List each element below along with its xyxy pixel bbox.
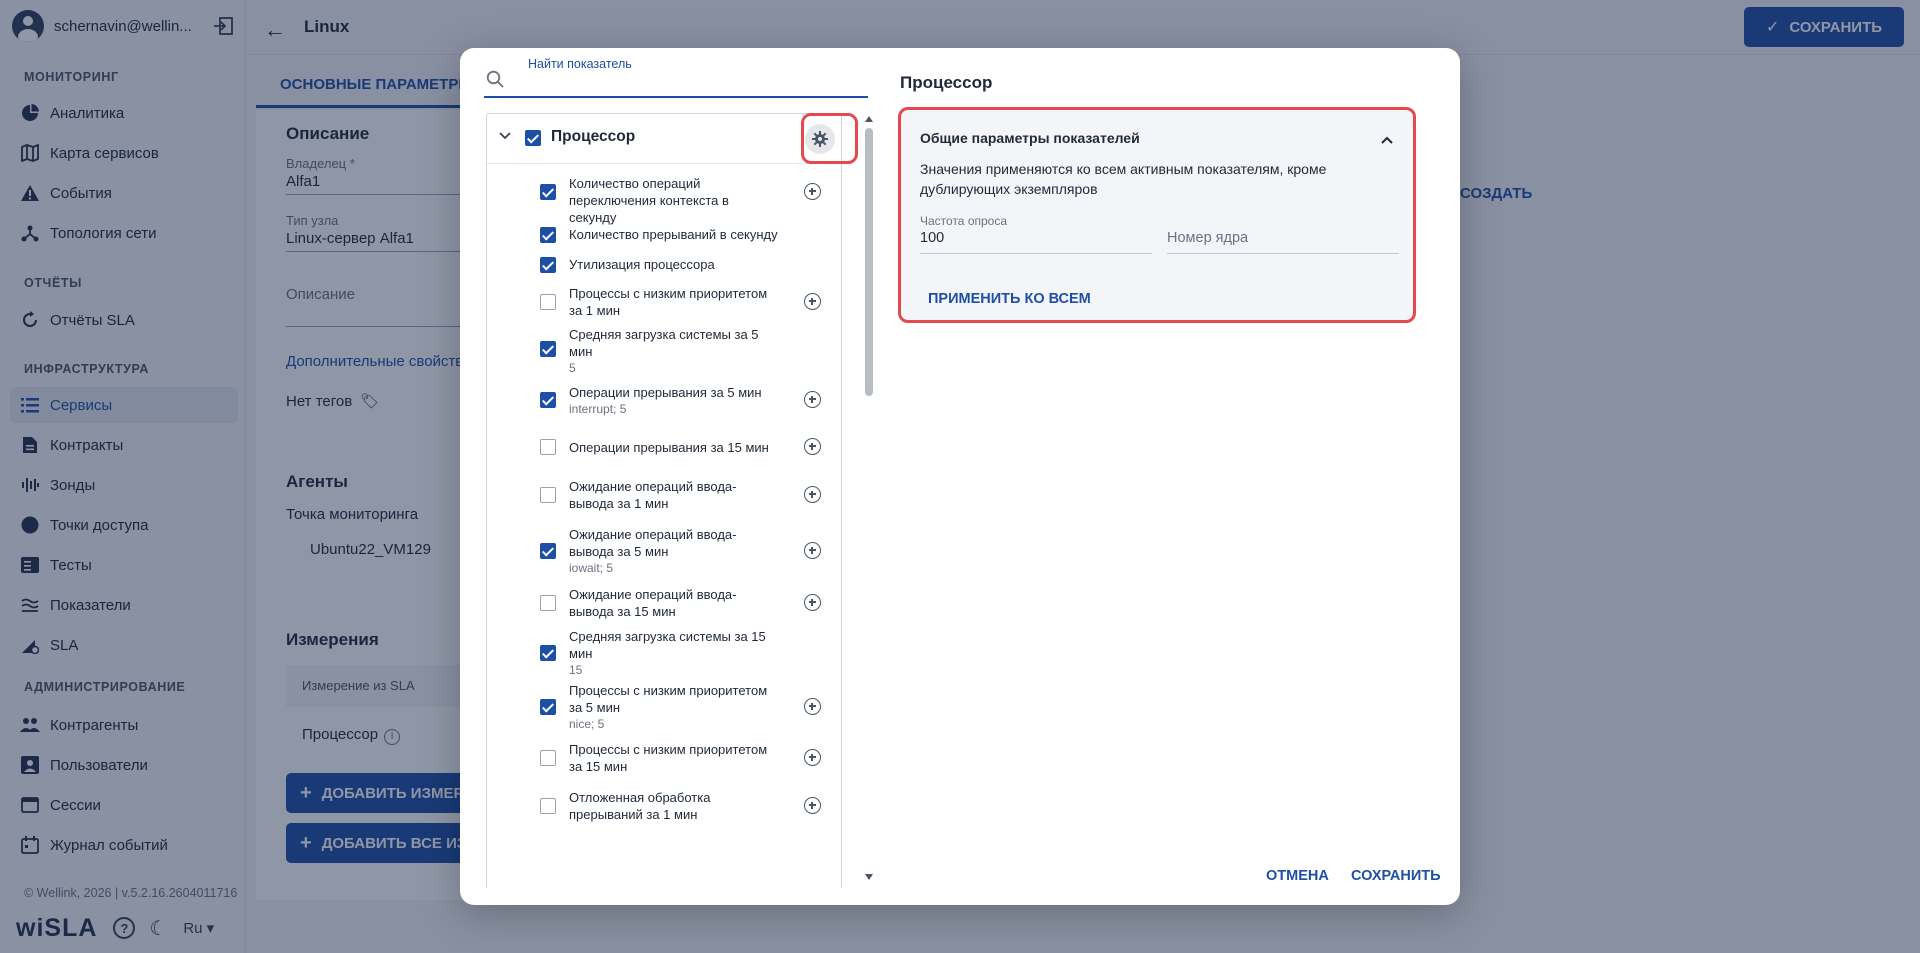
poll-frequency-underline [920,253,1152,254]
core-number-input[interactable]: Номер ядра [1167,230,1248,246]
metric-row[interactable]: Средняя загрузка системы за 5 мин 5 [487,324,841,375]
metric-sub: 15 [569,663,583,677]
metric-name: Операции прерывания за 5 мин [569,385,762,400]
chevron-up-icon[interactable] [1379,132,1395,148]
tree-root-label: Процессор [551,128,636,145]
apply-all-button[interactable]: ПРИМЕНИТЬ КО ВСЕМ [928,291,1091,307]
metric-checkbox[interactable] [540,750,556,766]
metric-checkbox[interactable] [540,798,556,814]
add-instance-icon[interactable] [804,183,821,200]
metric-name: Средняя загрузка системы за 15 мин [569,629,766,661]
metric-name: Процессы с низким приоритетом за 5 мин [569,683,768,715]
metric-checkbox[interactable] [540,645,556,661]
metric-row[interactable]: Процессы с низким приоритетом за 1 мин [487,279,841,324]
metric-name: Количество прерываний в секунду [569,227,778,242]
metric-checkbox[interactable] [540,439,556,455]
metric-checkbox[interactable] [540,257,556,273]
core-number-underline [1167,253,1399,254]
metric-row[interactable]: Операции прерывания за 15 мин [487,426,841,468]
metric-row[interactable]: Ожидание операций ввода-вывода за 5 мин i… [487,522,841,580]
poll-frequency-label: Частота опроса [920,214,1008,228]
metric-name: Средняя загрузка системы за 5 мин [569,327,759,359]
metric-row[interactable]: Количество прерываний в секунду [487,219,841,250]
panel-title: Процессор [900,73,993,92]
metric-checkbox[interactable] [540,341,556,357]
add-instance-icon[interactable] [804,594,821,611]
metric-name: Отложенная обработка прерываний за 1 мин [569,790,711,822]
tree-scrollbar[interactable] [863,116,875,886]
metric-name: Ожидание операций ввода-вывода за 15 мин [569,587,737,619]
add-instance-icon[interactable] [804,486,821,503]
metric-checkbox[interactable] [540,227,556,243]
scroll-down-icon[interactable] [865,874,873,880]
metrics-tree: Процессор Количество операций переключен… [486,113,842,888]
params-description: Значения применяются ко всем активным по… [920,161,1327,197]
add-instance-icon[interactable] [804,542,821,559]
metric-row[interactable]: Операции прерывания за 5 мин interrupt; 5 [487,374,841,426]
add-instance-icon[interactable] [804,797,821,814]
search-label: Найти показатель [528,57,632,71]
params-title: Общие параметры показателей [920,130,1140,146]
tree-root-row: Процессор [487,114,841,164]
add-instance-icon[interactable] [804,749,821,766]
scroll-thumb[interactable] [865,128,873,396]
metric-row[interactable]: Ожидание операций ввода-вывода за 15 мин [487,580,841,626]
settings-highlight [801,113,858,164]
metric-row[interactable]: Средняя загрузка системы за 15 мин 15 [487,626,841,680]
metric-row[interactable]: Процессы с низким приоритетом за 15 мин [487,734,841,782]
add-instance-icon[interactable] [804,438,821,455]
add-instance-icon[interactable] [804,391,821,408]
metric-checkbox[interactable] [540,699,556,715]
root-checkbox[interactable] [525,130,541,146]
metric-checkbox[interactable] [540,294,556,310]
metric-sub: interrupt; 5 [569,402,627,416]
metric-row[interactable]: Ожидание операций ввода-вывода за 1 мин [487,468,841,522]
search-underline [484,96,868,98]
poll-frequency-input[interactable]: 100 [920,230,944,246]
metric-name: Процессы с низким приоритетом за 15 мин [569,742,768,774]
metrics-modal: Найти показатель Процессор Количество оп… [460,48,1460,905]
metric-row[interactable]: Утилизация процессора [487,250,841,279]
metric-name: Ожидание операций ввода-вывода за 1 мин [569,479,737,511]
add-instance-icon[interactable] [804,698,821,715]
add-instance-icon[interactable] [804,293,821,310]
metric-row[interactable]: Отложенная обработка прерываний за 1 мин [487,782,841,830]
metric-sub: iowait; 5 [569,561,614,575]
scroll-up-icon[interactable] [865,116,873,122]
metric-name: Процессы с низким приоритетом за 1 мин [569,286,768,318]
search-icon [486,70,504,88]
metric-sub: 5 [569,361,576,375]
metric-name: Операции прерывания за 15 мин [569,440,769,455]
modal-save-button[interactable]: СОХРАНИТЬ [1351,868,1441,884]
metric-checkbox[interactable] [540,487,556,503]
metric-checkbox[interactable] [540,595,556,611]
metric-name: Ожидание операций ввода-вывода за 5 мин [569,527,737,559]
metric-row[interactable]: Процессы с низким приоритетом за 5 мин ni… [487,680,841,734]
metric-checkbox[interactable] [540,184,556,200]
metric-sub: nice; 5 [569,717,605,731]
chevron-down-icon[interactable] [497,128,513,144]
cancel-button[interactable]: ОТМЕНА [1266,868,1329,884]
metric-checkbox[interactable] [540,543,556,559]
metric-name: Утилизация процессора [569,257,715,272]
metric-checkbox[interactable] [540,392,556,408]
search-input[interactable] [510,70,870,94]
metric-row[interactable]: Количество операций переключения контекс… [487,164,841,225]
